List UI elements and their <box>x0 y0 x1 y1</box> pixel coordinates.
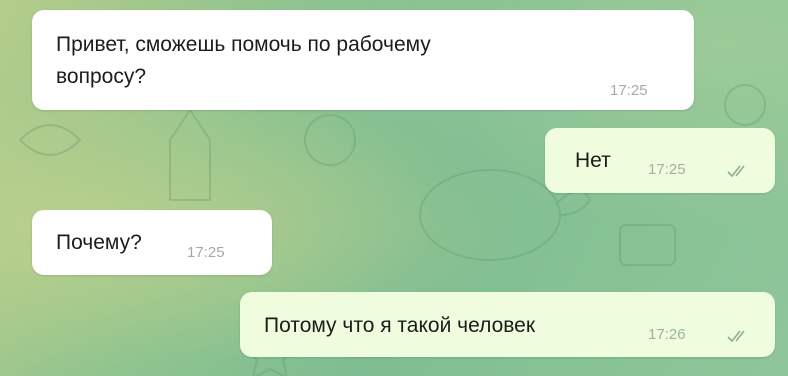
message-bubble-outgoing[interactable]: Потому что я такой человек 17:26 <box>240 292 775 357</box>
double-check-icon <box>727 330 745 343</box>
message-text: вопросу? <box>56 65 147 88</box>
message-timestamp: 17:26 <box>648 326 686 343</box>
double-check-icon <box>727 165 745 178</box>
message-bubble-incoming[interactable]: Почему? 17:25 <box>32 210 272 275</box>
leaf-doodle <box>19 124 82 156</box>
rocket-doodle <box>169 108 211 201</box>
message-text: Почему? <box>56 231 142 254</box>
whale-doodle <box>419 169 561 261</box>
message-timestamp: 17:25 <box>187 244 225 261</box>
message-bubble-outgoing[interactable]: Нет 17:25 <box>545 128 775 193</box>
message-timestamp: 17:25 <box>610 82 648 99</box>
message-text: Нет <box>575 149 611 172</box>
camera-doodle <box>619 224 676 266</box>
fish-doodle <box>304 114 356 166</box>
message-text: Потому что я такой человек <box>264 314 536 337</box>
message-text: Привет, сможешь помочь по рабочему <box>56 33 431 56</box>
message-timestamp: 17:25 <box>648 161 686 178</box>
planet-doodle <box>724 84 766 126</box>
message-bubble-incoming[interactable]: Привет, сможешь помочь по рабочему вопро… <box>32 10 694 110</box>
